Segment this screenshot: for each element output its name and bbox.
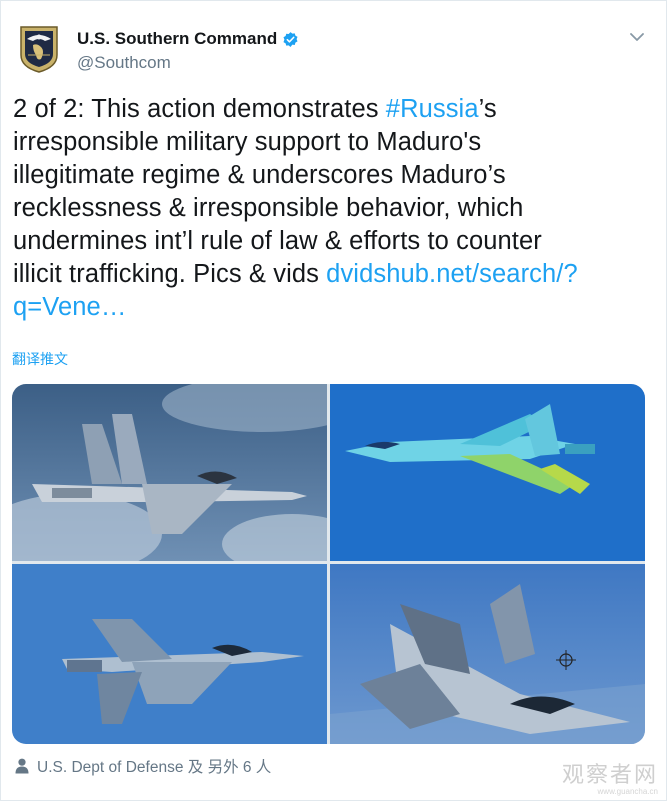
watermark: 观察者网 www.guancha.cn xyxy=(562,757,658,796)
chevron-down-icon[interactable] xyxy=(629,31,645,43)
watermark-main: 观察者网 xyxy=(561,763,658,788)
translate-tweet-link[interactable]: 翻译推文 xyxy=(12,349,68,369)
text-segment: ’s xyxy=(478,95,497,123)
display-name[interactable]: U.S. Southern Command xyxy=(77,29,277,49)
text-segment: illicit trafficking. Pics & vids xyxy=(13,260,327,288)
photo-3[interactable] xyxy=(12,564,327,744)
person-icon xyxy=(15,758,29,774)
avatar[interactable] xyxy=(19,25,59,73)
tweet-line: illicit trafficking. Pics & vids dvidshu… xyxy=(13,258,643,291)
fighter-jet-photo xyxy=(12,564,327,744)
photo-1[interactable] xyxy=(12,384,327,561)
tweet-line: illegitimate regime & underscores Maduro… xyxy=(13,161,506,189)
photo-4[interactable] xyxy=(330,564,645,744)
southcom-seal-icon xyxy=(20,26,58,73)
hashtag-link[interactable]: #Russia xyxy=(386,95,479,123)
name-row: U.S. Southern Command xyxy=(77,29,299,49)
photo-2[interactable] xyxy=(330,384,645,561)
tweet-line: undermines int’l rule of law & efforts t… xyxy=(13,227,542,255)
url-link[interactable]: dvidshub.net/search/? xyxy=(326,260,578,288)
fighter-jet-closeup-photo xyxy=(330,564,645,744)
tweet-card: U.S. Southern Command @Southcom 2 of 2: … xyxy=(0,0,667,801)
tweet-line: recklessness & irresponsible behavior, w… xyxy=(13,194,524,222)
tweet-line: q=Vene… xyxy=(13,291,643,324)
fighter-jet-thermal-photo xyxy=(330,384,645,561)
media-grid xyxy=(12,384,645,744)
fighter-jet-photo xyxy=(12,384,327,561)
tweet-text: 2 of 2: This action demonstrates #Russia… xyxy=(13,93,643,324)
handle[interactable]: @Southcom xyxy=(77,53,171,73)
text-segment: 2 of 2: This action demonstrates xyxy=(13,95,386,123)
url-link-continued[interactable]: q=Vene… xyxy=(13,293,126,321)
tweet-header: U.S. Southern Command @Southcom xyxy=(19,25,649,85)
tweet-line: irresponsible military support to Maduro… xyxy=(13,128,482,156)
tagged-users-text: U.S. Dept of Defense 及 另外 6 人 xyxy=(37,759,272,776)
tweet-line: 2 of 2: This action demonstrates #Russia… xyxy=(13,93,643,126)
verified-badge-icon xyxy=(283,31,298,47)
tagged-users[interactable]: U.S. Dept of Defense 及 另外 6 人 xyxy=(15,755,271,777)
